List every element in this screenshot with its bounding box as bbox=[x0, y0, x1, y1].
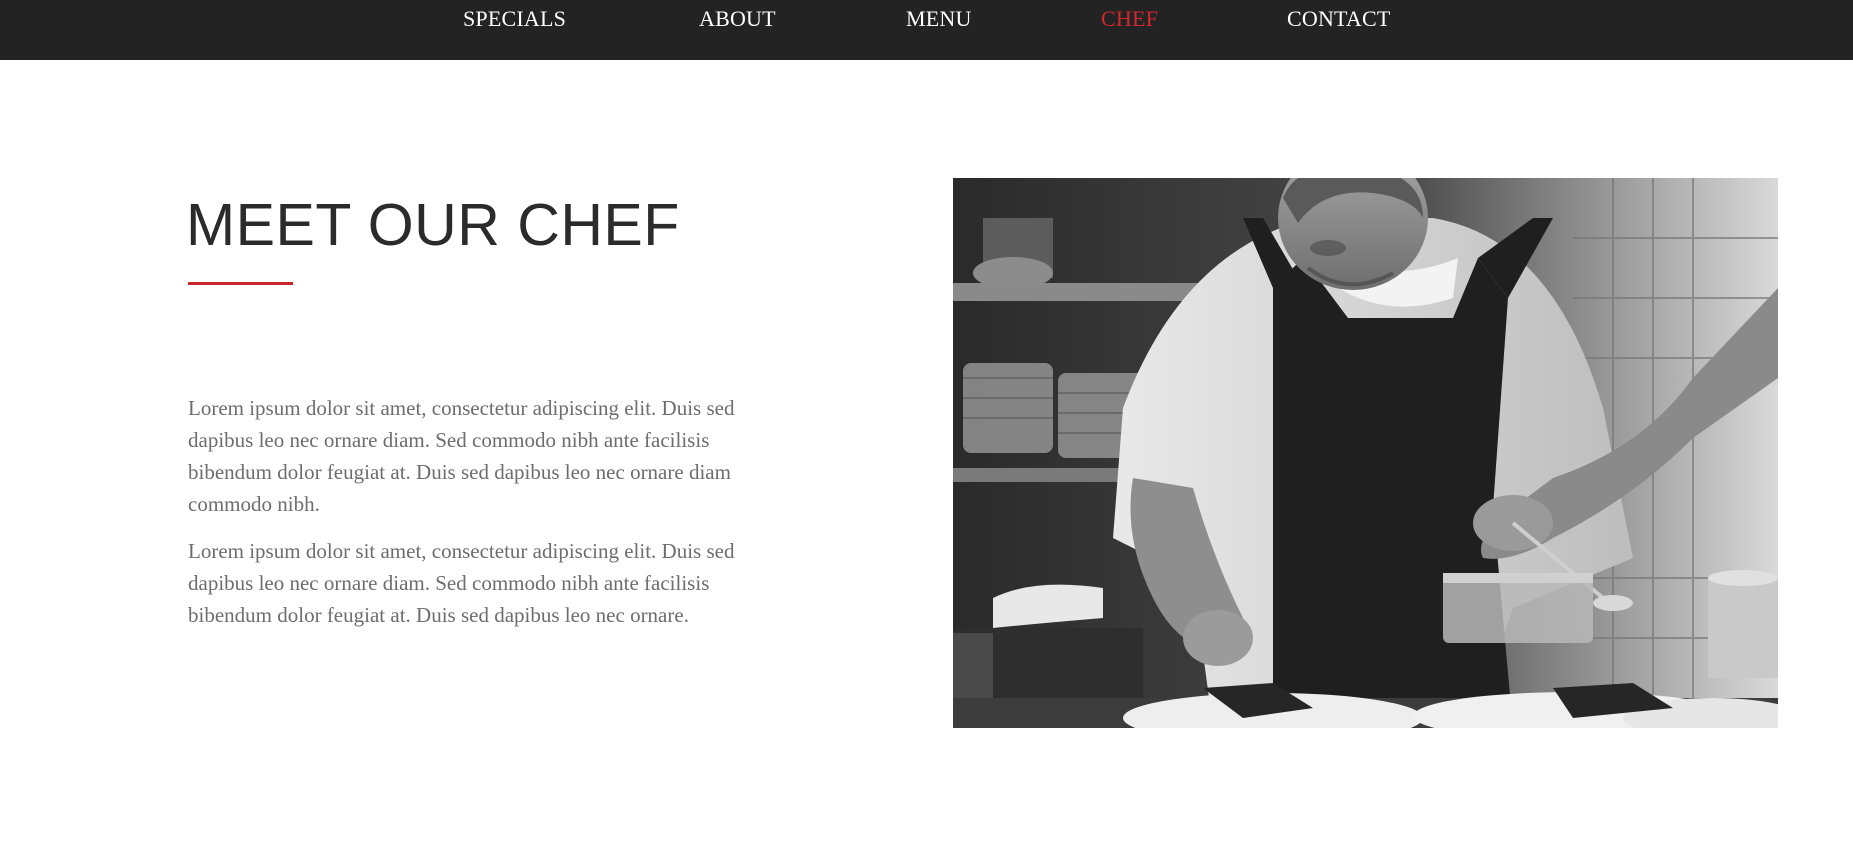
chef-description-paragraph-1: Lorem ipsum dolor sit amet, consectetur … bbox=[188, 396, 735, 516]
nav-item-chef[interactable]: CHEF bbox=[1101, 6, 1158, 32]
nav-item-contact[interactable]: CONTACT bbox=[1287, 6, 1391, 32]
chef-photo-illustration bbox=[953, 178, 1778, 728]
nav-item-specials[interactable]: SPECIALS bbox=[463, 6, 566, 32]
chef-photo bbox=[953, 178, 1778, 728]
title-underline bbox=[188, 282, 293, 285]
top-navigation-bar: SPECIALS ABOUT MENU CHEF CONTACT bbox=[0, 0, 1853, 60]
nav-item-about[interactable]: ABOUT bbox=[699, 6, 776, 32]
nav-item-menu[interactable]: MENU bbox=[906, 6, 972, 32]
chef-description-paragraph-2: Lorem ipsum dolor sit amet, consectetur … bbox=[188, 539, 735, 627]
section-title: MEET OUR CHEF bbox=[186, 192, 680, 258]
